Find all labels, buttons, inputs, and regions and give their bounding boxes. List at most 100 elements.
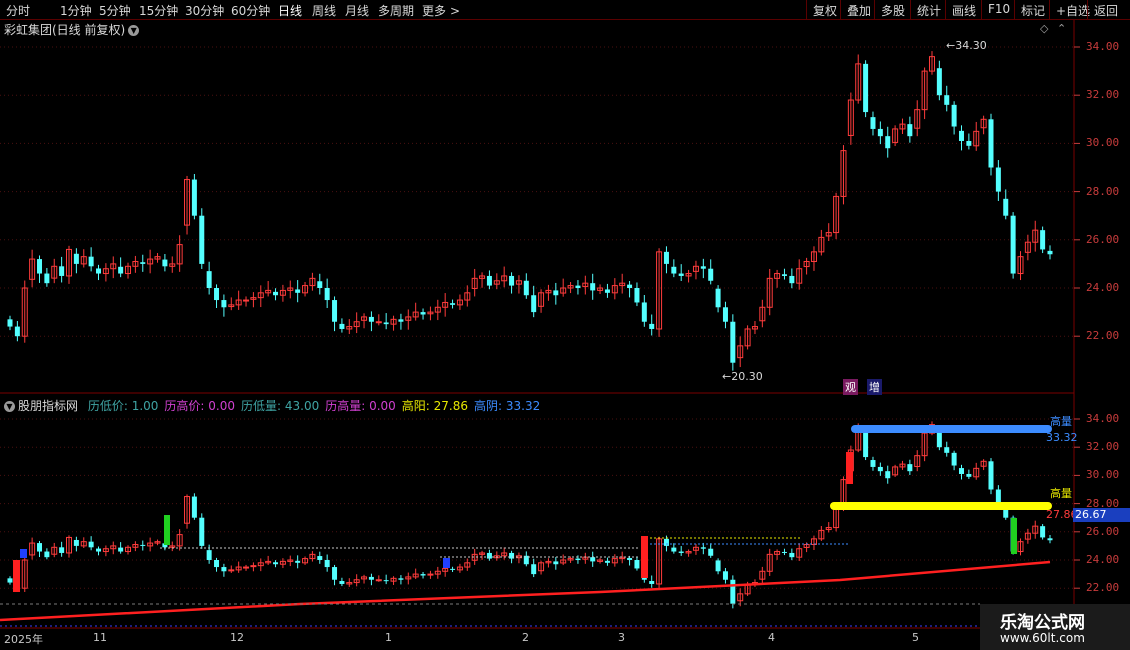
- price-tick-label: 32.00: [1086, 88, 1120, 102]
- main-candle: [936, 68, 942, 96]
- price-tick-label: 22.00: [1086, 329, 1120, 343]
- kline-chart[interactable]: [0, 0, 1130, 650]
- period-low-label: ←20.30: [722, 370, 763, 383]
- indicator-candle: [317, 556, 323, 560]
- main-candle: [1047, 250, 1053, 255]
- indicator-values: 历低价: 1.00 历高价: 0.00 历低量: 43.00 历高量: 0.00 高阳:…: [82, 399, 540, 413]
- indicator-candle: [427, 573, 434, 576]
- indicator-candle: [553, 561, 559, 565]
- main-candle: [649, 323, 655, 329]
- indicator-item: 历高价: 0.00: [164, 399, 235, 413]
- indicator-candle: [509, 552, 515, 559]
- main-candle: [951, 104, 957, 127]
- main-candle: [781, 274, 787, 276]
- main-candle: [73, 253, 79, 264]
- indicator-candle: [708, 548, 714, 556]
- indicator-candle: [228, 569, 235, 572]
- current-price-tag: 26.67: [1073, 508, 1130, 522]
- indicator-candle: [730, 579, 736, 604]
- event-badge-view[interactable]: 观: [843, 379, 858, 395]
- price-tick-label: 22.00: [1086, 581, 1120, 595]
- chevron-down-icon[interactable]: ▼: [4, 401, 15, 412]
- main-candle: [368, 316, 374, 322]
- main-candle: [627, 284, 633, 288]
- main-candle: [663, 251, 669, 264]
- indicator-candle: [604, 560, 610, 563]
- indicator-candle: [295, 560, 301, 563]
- main-candle: [988, 119, 994, 168]
- indicator-candle: [995, 489, 1001, 504]
- indicator-candle: [383, 580, 389, 582]
- signal-bar-green: [1011, 518, 1017, 554]
- signal-bar-red: [641, 536, 648, 578]
- yellow-line-label: 高量: [1050, 487, 1072, 500]
- indicator-candle: [368, 576, 374, 580]
- watermark: 乐淘公式网 www.60lt.com: [980, 604, 1130, 650]
- main-candle: [575, 285, 581, 288]
- main-candle: [870, 117, 876, 129]
- indicator-candle: [944, 447, 950, 453]
- main-candle: [531, 295, 537, 313]
- indicator-candle: [1047, 538, 1053, 541]
- indicator-candle: [118, 547, 124, 552]
- main-candle: [863, 63, 869, 113]
- indicator-candle: [671, 547, 677, 552]
- main-candle: [877, 128, 883, 137]
- price-tick-label: 34.00: [1086, 412, 1120, 425]
- main-candle: [1040, 230, 1046, 250]
- indicator-candle: [140, 544, 146, 546]
- main-candle: [722, 307, 728, 322]
- date-month-label: 1: [385, 631, 392, 644]
- indicator-candle: [575, 558, 581, 560]
- watermark-url: www.60lt.com: [1000, 631, 1085, 645]
- event-badge-increase[interactable]: 增: [867, 379, 882, 395]
- watermark-title: 乐淘公式网: [1000, 613, 1085, 633]
- indicator-candle: [870, 460, 876, 467]
- main-candle: [7, 319, 13, 327]
- main-candle: [486, 275, 492, 286]
- indicator-item: 历低价: 1.00: [87, 399, 159, 413]
- indicator-candle: [907, 464, 913, 472]
- price-tick-label: 32.00: [1086, 440, 1120, 454]
- main-candle: [140, 262, 146, 264]
- main-candle: [590, 283, 596, 291]
- price-tick-label: 30.00: [1086, 468, 1120, 482]
- main-candle: [715, 288, 721, 308]
- main-candle: [450, 303, 456, 305]
- indicator-candle: [59, 547, 65, 553]
- indicator-candle: [450, 568, 456, 570]
- main-candle: [59, 266, 65, 276]
- main-candle: [214, 288, 220, 301]
- indicator-item: 高阴: 33.32: [474, 399, 541, 413]
- price-tick-label: 24.00: [1086, 553, 1120, 566]
- indicator-candle: [221, 567, 227, 572]
- main-candle: [966, 140, 972, 146]
- indicator-candle: [663, 538, 669, 546]
- price-tick-label: 34.00: [1086, 40, 1120, 53]
- main-candle: [14, 326, 20, 337]
- indicator-item: 历低量: 43.00: [241, 399, 320, 413]
- indicator-item: 历高量: 0.00: [325, 399, 396, 413]
- indicator-candle: [375, 579, 382, 582]
- indicator-candle: [88, 541, 94, 548]
- date-month-label: 11: [93, 631, 107, 644]
- indicator-candle: [339, 581, 345, 584]
- price-tick-label: 30.00: [1086, 136, 1120, 150]
- price-tick-label: 26.00: [1086, 232, 1120, 246]
- main-candle: [671, 266, 677, 274]
- indicator-candle: [332, 567, 338, 580]
- indicator-panel-title: ▼ 股朋指标网 历低价: 1.00 历高价: 0.00 历低量: 43.00 历高量: …: [4, 397, 540, 414]
- indicator-candle: [590, 557, 596, 562]
- indicator-candle: [700, 547, 706, 549]
- indicator-candle: [199, 517, 205, 546]
- main-candle: [332, 300, 338, 322]
- main-candle: [96, 268, 102, 274]
- indicator-candle: [958, 468, 964, 474]
- indicator-candle: [877, 466, 883, 472]
- main-candle: [708, 268, 714, 281]
- main-candle: [324, 288, 330, 301]
- indicator-candle: [96, 548, 102, 552]
- main-candle: [118, 266, 124, 274]
- main-candle: [273, 291, 279, 296]
- main-candle: [191, 179, 197, 216]
